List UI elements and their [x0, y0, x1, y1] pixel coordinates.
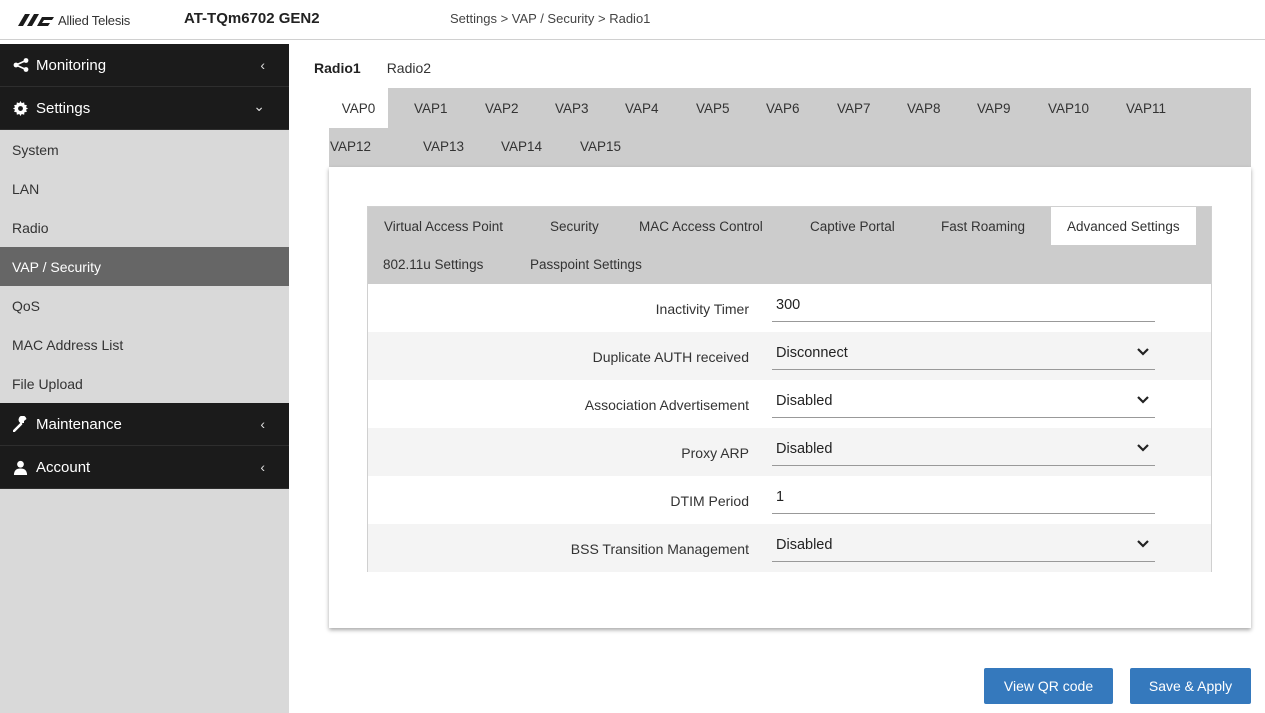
nav-maintenance[interactable]: Maintenance ‹ [0, 403, 289, 446]
association-advertisement-select[interactable]: Disabled [772, 388, 1155, 418]
section-tabs: Virtual Access Point Security MAC Access… [368, 207, 1211, 284]
tab-vap4[interactable]: VAP4 [625, 88, 659, 128]
nav-monitoring-label: Monitoring [36, 56, 107, 74]
brand-logo: Allied Telesis [18, 9, 130, 31]
nav-monitoring[interactable]: Monitoring ‹ [0, 44, 289, 87]
sidebar-item-lan[interactable]: LAN [0, 169, 289, 208]
share-icon [13, 58, 31, 72]
tab-vap1[interactable]: VAP1 [414, 88, 448, 128]
vap-tabs: VAP0 VAP1 VAP2 VAP3 VAP4 VAP5 VAP6 VAP7 … [329, 88, 1251, 167]
tab-vap5[interactable]: VAP5 [696, 88, 730, 128]
radio-tabs: Radio1 Radio2 [303, 52, 442, 88]
user-icon [13, 460, 31, 475]
tab-passpoint-settings[interactable]: Passpoint Settings [530, 245, 642, 283]
tab-vap12[interactable]: VAP12 [330, 126, 371, 166]
chevron-down-icon [1137, 396, 1149, 404]
tab-radio1[interactable]: Radio1 [303, 52, 372, 88]
row-association-advertisement: Association Advertisement Disabled [368, 380, 1211, 428]
proxy-arp-label: Proxy ARP [681, 445, 749, 461]
tab-vap11[interactable]: VAP11 [1126, 88, 1166, 128]
nav-maintenance-label: Maintenance [36, 415, 122, 433]
tab-vap7[interactable]: VAP7 [837, 88, 871, 128]
tab-vap8[interactable]: VAP8 [907, 88, 941, 128]
tab-vap10[interactable]: VAP10 [1048, 88, 1089, 128]
inactivity-timer-label: Inactivity Timer [655, 301, 749, 317]
tab-vap14[interactable]: VAP14 [501, 126, 542, 166]
product-name: AT-TQm6702 GEN2 [184, 10, 320, 27]
advanced-settings-panel: Virtual Access Point Security MAC Access… [367, 206, 1212, 572]
tab-vap13[interactable]: VAP13 [423, 126, 464, 166]
sidebar: Monitoring ‹ Settings ⌄ System LAN Radio… [0, 44, 289, 713]
sidebar-item-mac-address-list[interactable]: MAC Address List [0, 325, 289, 364]
wrench-icon [13, 416, 31, 432]
proxy-arp-select[interactable]: Disabled [772, 436, 1155, 466]
tab-security[interactable]: Security [550, 207, 599, 245]
nav-settings[interactable]: Settings ⌄ [0, 87, 289, 130]
bss-transition-value: Disabled [776, 537, 833, 553]
inactivity-timer-input[interactable]: 300 [772, 292, 1155, 322]
tab-advanced-settings[interactable]: Advanced Settings [1051, 207, 1196, 245]
tab-vap3[interactable]: VAP3 [555, 88, 589, 128]
chevron-down-icon: ⌄ [253, 98, 265, 114]
tab-80211u-settings[interactable]: 802.11u Settings [383, 245, 483, 283]
row-proxy-arp: Proxy ARP Disabled [368, 428, 1211, 476]
nav-account[interactable]: Account ‹ [0, 446, 289, 489]
brand-name: Allied Telesis [58, 12, 131, 28]
tab-vap15[interactable]: VAP15 [580, 126, 621, 166]
save-apply-button[interactable]: Save & Apply [1130, 668, 1251, 704]
sidebar-item-radio[interactable]: Radio [0, 208, 289, 247]
top-header: Allied Telesis AT-TQm6702 GEN2 Settings … [0, 0, 1265, 40]
duplicate-auth-value: Disconnect [776, 345, 848, 361]
tab-fast-roaming[interactable]: Fast Roaming [941, 207, 1025, 245]
nav-account-label: Account [36, 458, 91, 476]
tab-vap0[interactable]: VAP0 [329, 88, 388, 128]
sidebar-item-system[interactable]: System [0, 130, 289, 169]
tab-mac-access-control[interactable]: MAC Access Control [639, 207, 763, 245]
view-qr-code-button[interactable]: View QR code [984, 668, 1113, 704]
gear-icon [13, 100, 31, 116]
row-dtim-period: DTIM Period 1 [368, 476, 1211, 524]
association-advertisement-value: Disabled [776, 393, 833, 409]
sidebar-item-vap-security[interactable]: VAP / Security [0, 247, 289, 286]
dtim-period-label: DTIM Period [670, 493, 749, 509]
allied-telesis-logo-icon [18, 14, 54, 26]
chevron-down-icon [1137, 540, 1149, 548]
chevron-left-icon: ‹ [260, 459, 265, 475]
inactivity-timer-value: 300 [776, 297, 801, 313]
duplicate-auth-select[interactable]: Disconnect [772, 340, 1155, 370]
tab-vap9[interactable]: VAP9 [977, 88, 1011, 128]
chevron-left-icon: ‹ [260, 57, 265, 73]
row-inactivity-timer: Inactivity Timer 300 [368, 284, 1211, 332]
tab-vap2[interactable]: VAP2 [485, 88, 519, 128]
sidebar-item-file-upload[interactable]: File Upload [0, 364, 289, 403]
row-bss-transition: BSS Transition Management Disabled [368, 524, 1211, 572]
duplicate-auth-label: Duplicate AUTH received [592, 349, 749, 365]
association-advertisement-label: Association Advertisement [584, 397, 749, 413]
tab-virtual-access-point[interactable]: Virtual Access Point [384, 207, 503, 245]
chevron-left-icon: ‹ [260, 416, 265, 432]
sidebar-item-qos[interactable]: QoS [0, 286, 289, 325]
tab-radio2[interactable]: Radio2 [376, 52, 442, 88]
dtim-period-value: 1 [776, 489, 785, 505]
nav-settings-label: Settings [36, 99, 91, 117]
bss-transition-label: BSS Transition Management [570, 541, 749, 557]
tab-captive-portal[interactable]: Captive Portal [810, 207, 895, 245]
chevron-down-icon [1137, 444, 1149, 452]
bss-transition-select[interactable]: Disabled [772, 532, 1155, 562]
proxy-arp-value: Disabled [776, 441, 833, 457]
chevron-down-icon [1137, 348, 1149, 356]
row-duplicate-auth: Duplicate AUTH received Disconnect [368, 332, 1211, 380]
breadcrumb: Settings > VAP / Security > Radio1 [450, 11, 651, 26]
dtim-period-input[interactable]: 1 [772, 484, 1155, 514]
tab-vap6[interactable]: VAP6 [766, 88, 800, 128]
